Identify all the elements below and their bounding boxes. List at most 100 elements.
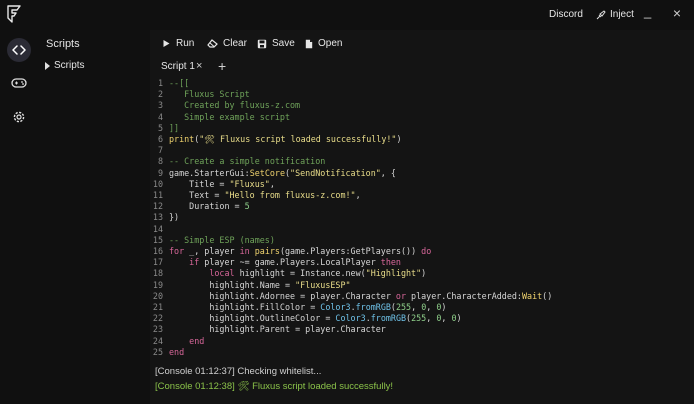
line-number: 11 [152,190,163,200]
line-number: 2 [157,89,163,100]
line-number: 13 [152,212,163,223]
console-line: [Console 01:12:37] Checking whitelist... [155,366,322,377]
code-text: for _, player in pairs(game.Players:GetP… [169,246,432,256]
code-line: 3 Created by fluxus-z.com [150,100,694,111]
code-line: 17 if player ~= game.Players.LocalPlayer… [150,257,694,268]
inject-label: Inject [610,9,634,20]
line-number: 4 [157,111,163,122]
code-line: 24 end [150,336,694,347]
line-number: 15 [152,234,163,245]
code-text: highlight.Name = "FluxusESP" [169,279,351,290]
code-text: highlight.Parent = player.Character [169,324,386,335]
code-line: 5]] [150,123,694,134]
inject-button[interactable]: Inject [596,9,634,20]
clear-label: Clear [223,38,247,49]
line-number: 14 [152,223,163,234]
code-text: }) [169,212,180,223]
line-number: 17 [152,257,163,268]
code-line: 22 highlight.OutlineColor = Color3.fromR… [150,313,694,324]
code-text: Created by fluxus-z.com [169,100,301,111]
code-line: 15 -- Simple ESP (names) [150,235,694,246]
line-number: 25 [152,346,163,357]
file-icon [305,39,313,48]
line-number: 7 [157,145,163,156]
open-label: Open [318,38,343,49]
run-button[interactable]: Run [162,38,194,49]
code-text: end [169,346,185,357]
line-number: 5 [157,122,163,133]
fluxus-window: Discord Inject _ × Scripts Scripts Run C… [0,0,694,404]
code-line: 11 Text = "Hello from fluxus-z.com!", [150,190,694,201]
code-line: 19 highlight.Name = "FluxusESP" [150,280,694,291]
add-tab-button[interactable]: + [218,58,226,74]
gamepad-icon [11,78,27,88]
code-line: 18 local highlight = Instance.new("Highl… [150,268,694,279]
code-line: 20 highlight.Adornee = player.Character … [150,291,694,302]
line-number: 22 [152,313,163,324]
code-text: -- Create a simple notification [169,156,326,167]
line-number: 24 [152,335,163,346]
code-text: --[[ [169,78,190,88]
code-text: highlight.FillColor = Color3.fromRGB(255… [169,302,447,312]
nav-settings-button[interactable] [7,105,31,129]
tab-script-1[interactable]: Script 1 [161,61,195,72]
line-number: 20 [152,290,163,301]
code-line: 14 [150,224,694,235]
code-line: 2 Fluxus Script [150,89,694,100]
line-number: 19 [152,279,163,290]
line-number: 6 [157,134,163,144]
code-text: end [189,335,205,346]
line-number: 9 [157,167,163,178]
code-line: 10 Title = "Fluxus", [150,179,694,190]
save-icon [257,39,267,48]
code-line: 9 game.StarterGui:SetCore("SendNotificati… [150,168,694,179]
explorer-item-scripts[interactable]: Scripts [45,60,85,71]
editor-panel: Run Clear Save Open Script 1 × + 1 --[[2 … [150,30,694,404]
line-number: 18 [152,268,163,279]
code-text: Duration = 5 [169,201,250,212]
code-icon [12,45,26,55]
nav-games-button[interactable] [7,71,31,95]
explorer-item-label: Scripts [54,60,85,71]
close-button[interactable]: × [669,5,685,23]
code-text: highlight.OutlineColor = Color3.fromRGB(… [169,313,462,324]
code-text: -- Simple ESP (names) [169,234,275,245]
code-line: 1 --[[ [150,78,694,89]
tab-bar: Script 1 × + [150,58,694,76]
minimize-button[interactable]: _ [644,4,660,22]
script-explorer: Scripts Scripts [38,30,150,404]
code-line: 13}) [150,212,694,223]
run-label: Run [176,38,195,49]
open-button[interactable]: Open [305,38,342,49]
line-number: 23 [152,324,163,335]
line-number: 1 [157,78,163,88]
gear-icon [13,111,25,123]
syringe-icon [596,9,606,19]
console-line: [Console 01:12:38] 🛠 Fluxus script loade… [155,381,394,392]
explorer-title: Scripts [46,38,80,50]
code-text: game.StarterGui:SetCore("SendNotificatio… [169,167,396,178]
code-line: 4 Simple example script [150,112,694,123]
line-number: 12 [152,201,163,212]
code-text: Simple example script [169,111,291,122]
code-text: Text = "Hello from fluxus-z.com!", [169,190,361,200]
save-label: Save [272,38,295,49]
code-text: local highlight = Instance.new("Highligh… [209,268,427,279]
discord-button[interactable]: Discord [549,9,583,20]
chevron-right-icon [45,61,50,70]
code-text: print("🛠 Fluxus script loaded successful… [169,134,402,144]
code-editor[interactable]: 1 --[[2 Fluxus Script 3 Created by fluxus-… [150,78,694,362]
code-text: if player ~= game.Players.LocalPlayer th… [189,257,401,268]
line-number: 10 [152,178,163,189]
nav-editor-button[interactable] [7,38,31,62]
tab-close-button[interactable]: × [196,60,202,72]
code-line: 25 end [150,347,694,358]
code-text: Fluxus Script [169,89,250,100]
line-number: 3 [157,100,163,111]
clear-button[interactable]: Clear [207,38,247,49]
save-button[interactable]: Save [257,38,295,49]
line-number: 8 [157,156,163,167]
code-text: ]] [169,122,180,133]
eraser-icon [207,39,218,48]
code-line: 16 for _, player in pairs(game.Players:Ge… [150,246,694,257]
